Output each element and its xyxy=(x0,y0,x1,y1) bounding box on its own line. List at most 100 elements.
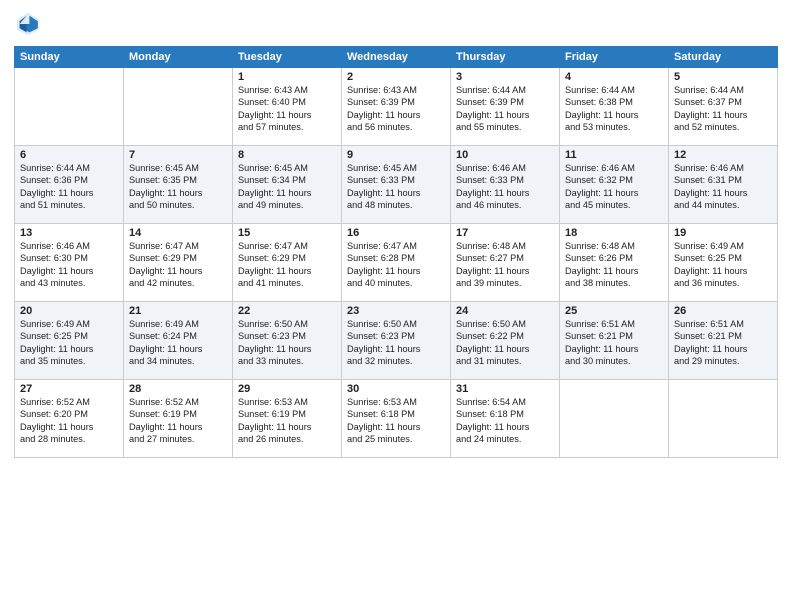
cell-line: Daylight: 11 hours xyxy=(456,421,554,433)
calendar-cell xyxy=(15,68,124,146)
calendar-cell: 21Sunrise: 6:49 AMSunset: 6:24 PMDayligh… xyxy=(124,302,233,380)
day-number: 14 xyxy=(129,227,227,239)
day-header-sunday: Sunday xyxy=(15,47,124,68)
calendar-cell: 11Sunrise: 6:46 AMSunset: 6:32 PMDayligh… xyxy=(560,146,669,224)
cell-line: Sunrise: 6:45 AM xyxy=(347,162,445,174)
calendar-cell: 12Sunrise: 6:46 AMSunset: 6:31 PMDayligh… xyxy=(669,146,778,224)
cell-line: and 32 minutes. xyxy=(347,355,445,367)
cell-line: Sunset: 6:23 PM xyxy=(347,330,445,342)
cell-line: Sunrise: 6:49 AM xyxy=(129,318,227,330)
calendar-week-2: 6Sunrise: 6:44 AMSunset: 6:36 PMDaylight… xyxy=(15,146,778,224)
cell-line: Sunset: 6:38 PM xyxy=(565,96,663,108)
cell-line: Sunset: 6:21 PM xyxy=(674,330,772,342)
cell-line: Daylight: 11 hours xyxy=(238,187,336,199)
cell-line: and 42 minutes. xyxy=(129,277,227,289)
calendar-cell: 19Sunrise: 6:49 AMSunset: 6:25 PMDayligh… xyxy=(669,224,778,302)
cell-line: Daylight: 11 hours xyxy=(238,421,336,433)
calendar-week-3: 13Sunrise: 6:46 AMSunset: 6:30 PMDayligh… xyxy=(15,224,778,302)
cell-content: Sunrise: 6:46 AMSunset: 6:31 PMDaylight:… xyxy=(674,162,772,212)
cell-line: Sunrise: 6:47 AM xyxy=(129,240,227,252)
day-number: 1 xyxy=(238,71,336,83)
day-number: 28 xyxy=(129,383,227,395)
calendar-header-row: SundayMondayTuesdayWednesdayThursdayFrid… xyxy=(15,47,778,68)
calendar-cell: 7Sunrise: 6:45 AMSunset: 6:35 PMDaylight… xyxy=(124,146,233,224)
cell-line: Daylight: 11 hours xyxy=(129,421,227,433)
cell-line: Sunset: 6:29 PM xyxy=(129,252,227,264)
cell-content: Sunrise: 6:50 AMSunset: 6:23 PMDaylight:… xyxy=(347,318,445,368)
cell-line: and 27 minutes. xyxy=(129,433,227,445)
cell-content: Sunrise: 6:49 AMSunset: 6:25 PMDaylight:… xyxy=(20,318,118,368)
cell-line: Sunrise: 6:48 AM xyxy=(456,240,554,252)
cell-line: Daylight: 11 hours xyxy=(565,187,663,199)
cell-line: Sunset: 6:27 PM xyxy=(456,252,554,264)
cell-line: Sunset: 6:18 PM xyxy=(456,408,554,420)
cell-line: Sunrise: 6:44 AM xyxy=(20,162,118,174)
cell-content: Sunrise: 6:46 AMSunset: 6:30 PMDaylight:… xyxy=(20,240,118,290)
cell-line: Sunrise: 6:44 AM xyxy=(674,84,772,96)
cell-line: Daylight: 11 hours xyxy=(456,109,554,121)
cell-line: Sunset: 6:25 PM xyxy=(20,330,118,342)
cell-line: Daylight: 11 hours xyxy=(347,109,445,121)
cell-line: Sunset: 6:19 PM xyxy=(129,408,227,420)
cell-line: Daylight: 11 hours xyxy=(674,343,772,355)
calendar-cell: 9Sunrise: 6:45 AMSunset: 6:33 PMDaylight… xyxy=(342,146,451,224)
day-header-monday: Monday xyxy=(124,47,233,68)
cell-line: and 35 minutes. xyxy=(20,355,118,367)
cell-line: Sunset: 6:24 PM xyxy=(129,330,227,342)
cell-content: Sunrise: 6:50 AMSunset: 6:23 PMDaylight:… xyxy=(238,318,336,368)
logo-icon xyxy=(14,10,42,38)
cell-line: and 50 minutes. xyxy=(129,199,227,211)
cell-line: Sunrise: 6:53 AM xyxy=(238,396,336,408)
cell-line: Daylight: 11 hours xyxy=(20,421,118,433)
cell-content: Sunrise: 6:44 AMSunset: 6:38 PMDaylight:… xyxy=(565,84,663,134)
cell-content: Sunrise: 6:49 AMSunset: 6:24 PMDaylight:… xyxy=(129,318,227,368)
day-number: 30 xyxy=(347,383,445,395)
cell-line: and 25 minutes. xyxy=(347,433,445,445)
cell-content: Sunrise: 6:46 AMSunset: 6:32 PMDaylight:… xyxy=(565,162,663,212)
cell-line: Sunset: 6:18 PM xyxy=(347,408,445,420)
cell-line: Sunrise: 6:49 AM xyxy=(674,240,772,252)
calendar-cell xyxy=(669,380,778,458)
cell-line: Daylight: 11 hours xyxy=(456,187,554,199)
calendar-cell: 18Sunrise: 6:48 AMSunset: 6:26 PMDayligh… xyxy=(560,224,669,302)
calendar-cell: 2Sunrise: 6:43 AMSunset: 6:39 PMDaylight… xyxy=(342,68,451,146)
cell-line: and 31 minutes. xyxy=(456,355,554,367)
cell-line: and 30 minutes. xyxy=(565,355,663,367)
cell-line: Sunrise: 6:53 AM xyxy=(347,396,445,408)
day-number: 9 xyxy=(347,149,445,161)
cell-line: and 28 minutes. xyxy=(20,433,118,445)
logo xyxy=(14,10,46,38)
cell-line: and 48 minutes. xyxy=(347,199,445,211)
day-number: 29 xyxy=(238,383,336,395)
calendar-cell: 20Sunrise: 6:49 AMSunset: 6:25 PMDayligh… xyxy=(15,302,124,380)
calendar-cell: 29Sunrise: 6:53 AMSunset: 6:19 PMDayligh… xyxy=(233,380,342,458)
cell-line: Daylight: 11 hours xyxy=(238,265,336,277)
day-number: 11 xyxy=(565,149,663,161)
header xyxy=(14,10,778,38)
cell-line: and 44 minutes. xyxy=(674,199,772,211)
calendar-cell xyxy=(124,68,233,146)
calendar-cell: 24Sunrise: 6:50 AMSunset: 6:22 PMDayligh… xyxy=(451,302,560,380)
cell-line: Sunset: 6:29 PM xyxy=(238,252,336,264)
calendar-table: SundayMondayTuesdayWednesdayThursdayFrid… xyxy=(14,46,778,458)
cell-line: Daylight: 11 hours xyxy=(347,187,445,199)
cell-line: Sunset: 6:28 PM xyxy=(347,252,445,264)
cell-line: Daylight: 11 hours xyxy=(565,343,663,355)
cell-line: Sunset: 6:34 PM xyxy=(238,174,336,186)
calendar-cell: 4Sunrise: 6:44 AMSunset: 6:38 PMDaylight… xyxy=(560,68,669,146)
cell-content: Sunrise: 6:54 AMSunset: 6:18 PMDaylight:… xyxy=(456,396,554,446)
cell-line: Sunrise: 6:44 AM xyxy=(565,84,663,96)
cell-line: and 29 minutes. xyxy=(674,355,772,367)
cell-line: and 49 minutes. xyxy=(238,199,336,211)
calendar-body: 1Sunrise: 6:43 AMSunset: 6:40 PMDaylight… xyxy=(15,68,778,458)
calendar-cell: 1Sunrise: 6:43 AMSunset: 6:40 PMDaylight… xyxy=(233,68,342,146)
cell-line: Sunrise: 6:50 AM xyxy=(238,318,336,330)
cell-line: and 46 minutes. xyxy=(456,199,554,211)
cell-line: Sunrise: 6:47 AM xyxy=(347,240,445,252)
cell-line: Sunrise: 6:45 AM xyxy=(129,162,227,174)
cell-line: Daylight: 11 hours xyxy=(238,109,336,121)
calendar-cell: 25Sunrise: 6:51 AMSunset: 6:21 PMDayligh… xyxy=(560,302,669,380)
day-number: 20 xyxy=(20,305,118,317)
cell-line: Sunset: 6:26 PM xyxy=(565,252,663,264)
cell-line: Sunrise: 6:51 AM xyxy=(674,318,772,330)
